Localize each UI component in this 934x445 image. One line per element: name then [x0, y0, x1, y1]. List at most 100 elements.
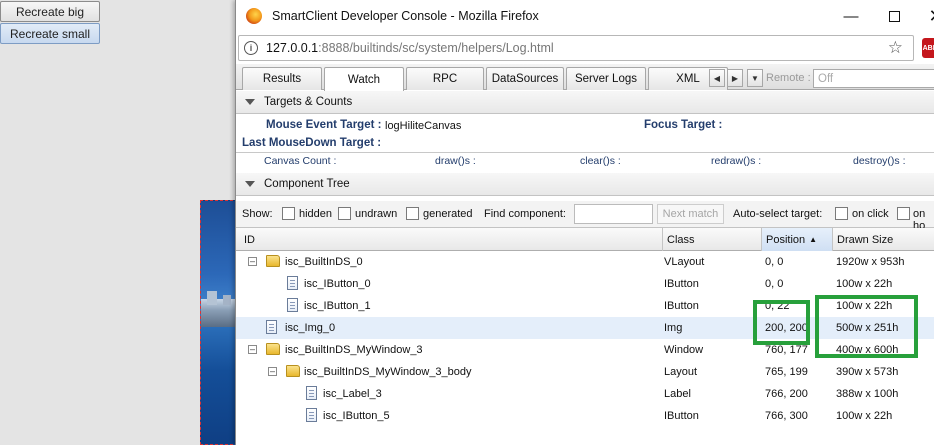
tab-results[interactable]: Results	[242, 67, 322, 90]
url-bar[interactable]: i 127.0.0.1:8888/builtinds/sc/system/hel…	[238, 35, 914, 61]
row-size: 390w x 573h	[836, 366, 899, 378]
find-component-label: Find component:	[484, 208, 566, 220]
table-row[interactable]: – isc_BuiltInDS_MyWindow_3_body Layout 7…	[236, 361, 934, 383]
focus-target-text: Focus Target	[644, 119, 716, 131]
on-hover-checkbox[interactable]	[897, 207, 910, 220]
component-icon	[266, 320, 277, 334]
row-class: Label	[664, 388, 691, 400]
row-position: 766, 300	[765, 410, 808, 422]
targets-section-label: Targets & Counts	[264, 96, 353, 108]
row-class: IButton	[664, 300, 699, 312]
row-id: isc_BuiltInDS_MyWindow_3_body	[304, 366, 472, 378]
row-id: isc_BuiltInDS_0	[285, 256, 363, 268]
row-id: isc_BuiltInDS_MyWindow_3	[285, 344, 423, 356]
collapse-triangle-icon	[245, 181, 255, 187]
row-size: 100w x 22h	[836, 410, 893, 422]
table-row[interactable]: isc_IButton_0 IButton 0, 0 100w x 22h	[236, 273, 934, 295]
redraws-count-label: redraw()s :	[711, 155, 762, 167]
component-icon	[306, 408, 317, 422]
clears-count-label: clear()s :	[580, 155, 621, 167]
counts-divider	[236, 152, 934, 153]
component-tree-header: ID Class Position ▲ Drawn Size	[236, 228, 934, 251]
hidden-checkbox[interactable]	[282, 207, 295, 220]
row-position: 765, 199	[765, 366, 808, 378]
last-mousedown-target-text: Last MouseDown Target	[242, 137, 375, 149]
column-class[interactable]: Class	[663, 228, 762, 251]
next-match-button[interactable]: Next match	[657, 204, 724, 224]
bookmark-star-icon[interactable]: ☆	[888, 38, 903, 58]
info-icon[interactable]: i	[244, 41, 258, 55]
title-bar: SmartClient Developer Console - Mozilla …	[236, 0, 934, 32]
row-class: Window	[664, 344, 704, 356]
tab-rpc[interactable]: RPC	[406, 67, 484, 90]
destroys-count-label: destroy()s :	[853, 155, 906, 167]
column-id[interactable]: ID	[236, 228, 663, 251]
row-size: 1920w x 953h	[836, 256, 905, 268]
tab-watch[interactable]: Watch	[324, 67, 404, 91]
column-position-label: Position	[766, 233, 806, 246]
collapse-node-icon[interactable]: –	[268, 367, 277, 376]
component-tree-section-label: Component Tree	[264, 178, 350, 190]
focus-target-label: Focus Target :	[644, 119, 723, 131]
rendered-image	[200, 200, 238, 445]
folder-icon	[266, 343, 280, 355]
canvas-count-label: Canvas Count :	[264, 155, 337, 167]
maximize-icon	[888, 10, 900, 22]
column-drawn-size[interactable]: Drawn Size	[833, 228, 934, 251]
recreate-big-button[interactable]: Recreate big	[0, 1, 100, 22]
component-tree-section-header[interactable]: Component Tree	[236, 173, 934, 196]
adblock-icon[interactable]: ABP	[922, 38, 934, 58]
mouse-event-target-value: logHiliteCanvas	[385, 120, 462, 132]
on-click-checkbox[interactable]	[835, 207, 848, 220]
generated-label: generated	[423, 208, 473, 220]
component-icon	[287, 298, 298, 312]
table-row[interactable]: – isc_BuiltInDS_0 VLayout 0, 0 1920w x 9…	[236, 251, 934, 273]
url-host: 127.0.0.1	[266, 41, 319, 55]
recreate-small-button[interactable]: Recreate small	[0, 23, 100, 44]
row-id: isc_IButton_5	[323, 410, 390, 422]
last-mousedown-target-label: Last MouseDown Target :	[242, 137, 382, 149]
skyline-tower	[223, 295, 231, 305]
component-icon	[287, 276, 298, 290]
row-class: Layout	[664, 366, 698, 378]
hidden-label: hidden	[299, 208, 333, 220]
table-row[interactable]: isc_Label_3 Label 766, 200 388w x 100h	[236, 383, 934, 405]
row-position: 0, 0	[765, 256, 784, 268]
undrawn-checkbox[interactable]	[338, 207, 351, 220]
folder-icon	[266, 255, 280, 267]
remote-label: Remote :	[766, 72, 811, 84]
tab-scroll-left-icon[interactable]: ◀	[709, 69, 725, 87]
show-options-bar: Show: hidden undrawn generated Find comp…	[236, 201, 934, 232]
sort-ascending-icon: ▲	[809, 235, 818, 244]
tab-scroll-right-icon[interactable]: ▶	[727, 69, 743, 87]
collapse-node-icon[interactable]: –	[248, 345, 257, 354]
window-title: SmartClient Developer Console - Mozilla …	[272, 9, 539, 23]
on-click-label: on click	[852, 208, 889, 220]
close-button[interactable]: ✕	[918, 4, 934, 28]
row-id: isc_IButton_0	[304, 278, 371, 290]
drawn-size-highlight-box	[815, 295, 918, 358]
row-class: VLayout	[664, 256, 705, 268]
console-tab-bar: Results Watch RPC DataSources Server Log…	[236, 64, 934, 91]
url-text[interactable]: 127.0.0.1:8888/builtinds/sc/system/helpe…	[266, 41, 554, 55]
maximize-button[interactable]	[876, 4, 912, 28]
draws-count-label: draw()s :	[435, 155, 476, 167]
collapse-node-icon[interactable]: –	[248, 257, 257, 266]
row-class: IButton	[664, 278, 699, 290]
generated-checkbox[interactable]	[406, 207, 419, 220]
targets-section-header[interactable]: Targets & Counts	[236, 91, 934, 114]
tab-menu-icon[interactable]: ▼	[747, 69, 763, 87]
table-row[interactable]: isc_IButton_5 IButton 766, 300 100w x 22…	[236, 405, 934, 427]
column-position[interactable]: Position ▲	[762, 228, 833, 251]
mouse-event-target-label: Mouse Event Target :	[266, 119, 382, 131]
find-component-input[interactable]	[574, 204, 653, 224]
row-class: IButton	[664, 410, 699, 422]
remote-select[interactable]: Off	[813, 69, 934, 88]
skyline-tower	[207, 291, 217, 305]
folder-icon	[286, 365, 300, 377]
tab-datasources[interactable]: DataSources	[486, 67, 564, 90]
url-path: :8888/builtinds/sc/system/helpers/Log.ht…	[318, 41, 554, 55]
minimize-button[interactable]: —	[833, 4, 869, 28]
tab-server-logs[interactable]: Server Logs	[566, 67, 646, 90]
row-position: 766, 200	[765, 388, 808, 400]
